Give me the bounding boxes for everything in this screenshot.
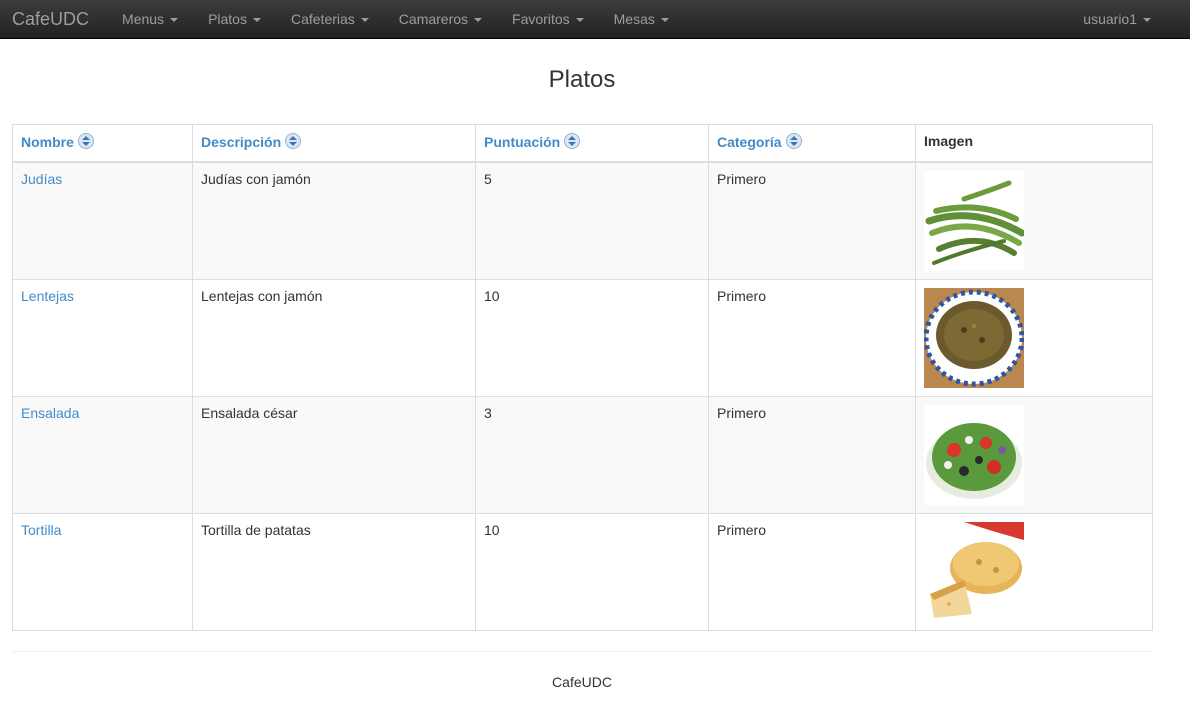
nav-camareros-dropdown[interactable]: Camareros [384,6,497,32]
plato-link[interactable]: Ensalada [21,405,79,421]
cell-categoria: Primero [708,279,916,397]
nav-menus-dropdown[interactable]: Menus [107,6,193,32]
nav-mesas-label: Mesas [613,11,655,27]
cell-puntuacion: 10 [475,513,709,631]
sort-icon[interactable] [785,133,802,149]
caret-down-icon [575,17,584,22]
header-categoria[interactable]: Categoría [708,124,916,163]
cell-descripcion: Lentejas con jamón [192,279,476,397]
salad-photo [924,405,1024,505]
brand-link[interactable]: CafeUDC [12,6,89,32]
cell-nombre: Tortilla [12,513,193,631]
header-puntuacion-label[interactable]: Puntuación [484,134,560,150]
header-imagen: Imagen [915,124,1153,163]
cell-imagen [915,279,1153,397]
page-title: Platos [548,66,616,93]
nav-menus-label: Menus [122,11,165,27]
lentil-soup-photo [924,288,1024,388]
nav-cafeterias-label: Cafeterias [290,11,355,27]
cell-imagen [915,161,1153,280]
header-descripcion-label[interactable]: Descripción [201,134,281,150]
caret-down-icon [474,17,483,22]
sort-icon[interactable] [564,133,581,149]
table-header-row: Nombre Descripción Puntuación Categoría … [12,124,1153,163]
plato-link[interactable]: Lentejas [21,288,74,304]
caret-down-icon [660,17,669,22]
cell-imagen [915,396,1153,514]
cell-descripcion: Ensalada césar [192,396,476,514]
top-navbar: CafeUDC Menus Platos Cafeterias Camarero… [0,0,1190,39]
header-nombre-label[interactable]: Nombre [21,134,74,150]
table-row: Judías Judías con jamón 5 Primero [12,161,1153,280]
footer-divider [12,651,1152,652]
user-menu-dropdown[interactable]: usuario1 [1068,6,1166,32]
platos-table: Nombre Descripción Puntuación Categoría … [12,124,1153,631]
cell-categoria: Primero [708,513,916,631]
nav-favoritos-dropdown[interactable]: Favoritos [497,6,599,32]
cell-nombre: Ensalada [12,396,193,514]
table-row: Tortilla Tortilla de patatas 10 Primero [12,513,1153,631]
caret-down-icon [1143,17,1151,22]
nav-mesas-dropdown[interactable]: Mesas [599,6,684,32]
nav-platos-label: Platos [208,11,247,27]
nav-camareros-label: Camareros [398,11,469,27]
green-beans-photo [924,171,1024,271]
cell-descripcion: Tortilla de patatas [192,513,476,631]
cell-puntuacion: 10 [475,279,709,397]
cell-descripcion: Judías con jamón [192,161,476,280]
cell-imagen [915,513,1153,631]
header-nombre[interactable]: Nombre [12,124,193,163]
user-name: usuario1 [1083,11,1137,27]
caret-down-icon [252,17,261,22]
spanish-omelette-photo [924,522,1024,622]
caret-down-icon [170,17,179,22]
table-row: Lentejas Lentejas con jamón 10 Primero [12,279,1153,397]
cell-nombre: Judías [12,161,193,280]
header-categoria-label[interactable]: Categoría [717,134,782,150]
header-puntuacion[interactable]: Puntuación [475,124,709,163]
cell-categoria: Primero [708,161,916,280]
cell-nombre: Lentejas [12,279,193,397]
header-imagen-label: Imagen [924,133,974,149]
cell-puntuacion: 5 [475,161,709,280]
footer-text: CafeUDC [552,674,612,690]
cell-categoria: Primero [708,396,916,514]
cell-puntuacion: 3 [475,396,709,514]
nav-platos-dropdown[interactable]: Platos [193,6,276,32]
sort-icon[interactable] [77,133,94,149]
plato-link[interactable]: Tortilla [21,522,61,538]
plato-link[interactable]: Judías [21,171,62,187]
caret-down-icon [360,17,369,22]
nav-cafeterias-dropdown[interactable]: Cafeterias [276,6,384,32]
sort-icon[interactable] [285,133,302,149]
nav-favoritos-label: Favoritos [512,11,570,27]
table-row: Ensalada Ensalada césar 3 Primero [12,396,1153,514]
header-descripcion[interactable]: Descripción [192,124,476,163]
